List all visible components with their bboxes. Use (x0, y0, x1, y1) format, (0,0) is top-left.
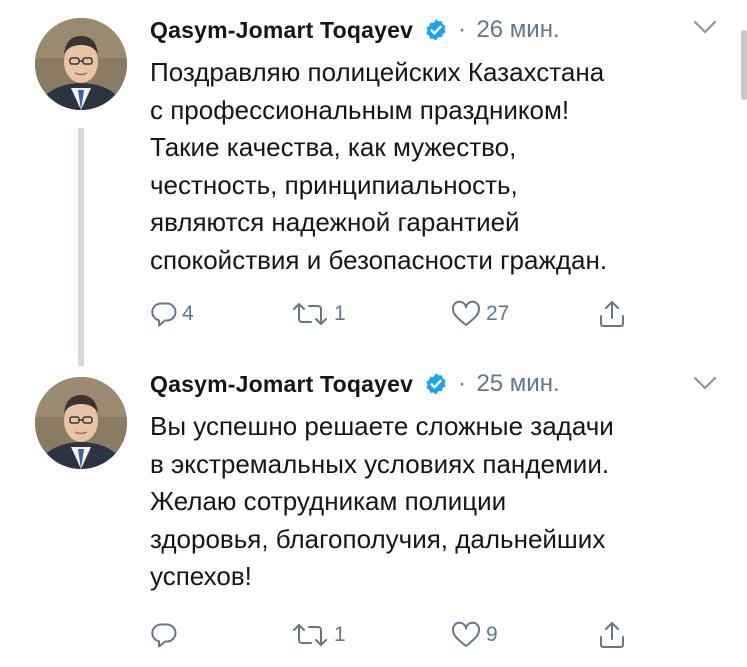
tweet-timestamp[interactable]: 26 мин. (476, 16, 559, 44)
share-button[interactable] (597, 615, 627, 655)
reply-button[interactable] (150, 615, 182, 655)
tweet-actions: 4 1 27 (150, 294, 670, 334)
chevron-down-icon[interactable] (692, 374, 718, 392)
tweet-text-line: Вы успешно решаете сложные задачи (150, 411, 614, 441)
reply-icon (151, 623, 177, 648)
tweet: Qasym-Jomart Toqayev · 26 мин. Поздравля… (0, 14, 747, 344)
heart-icon (451, 621, 481, 647)
tweet-header: Qasym-Jomart Toqayev · 26 мин. (150, 16, 560, 52)
tweet-text-line: успехов! (150, 561, 252, 591)
chevron-down-icon[interactable] (692, 18, 718, 36)
like-count: 27 (486, 302, 510, 325)
tweet-text-line: Поздравляю полицейских Казахстана (150, 57, 605, 87)
tweet-text: Поздравляю полицейских Казахстана с проф… (150, 54, 740, 279)
verified-badge-icon (426, 373, 446, 395)
author-name[interactable]: Qasym-Jomart Toqayev (150, 17, 413, 44)
like-count: 9 (486, 623, 498, 646)
tweet-text-line: являются надежной гарантией (150, 207, 520, 237)
tweet-separator: · (457, 370, 466, 397)
share-icon (600, 301, 624, 327)
reply-count: 4 (182, 302, 194, 325)
tweet-header: Qasym-Jomart Toqayev · 25 мин. (150, 370, 560, 406)
like-button[interactable]: 27 (450, 294, 509, 334)
tweet: Qasym-Jomart Toqayev · 25 мин. Вы успешн… (0, 370, 747, 667)
retweet-button[interactable]: 1 (290, 294, 346, 334)
tweet-text-line: с профессиональным праздником! (150, 94, 570, 125)
tweet-text: Вы успешно решаете сложные задачи в экст… (150, 408, 740, 596)
tweet-actions: 1 9 (150, 615, 670, 655)
avatar-portrait-icon (35, 377, 127, 469)
tweet-text-line: Такие качества, как мужество, (150, 132, 517, 162)
tweet-text-line: в экстремальных условиях пандемии. (150, 448, 610, 479)
verified-badge-icon (426, 19, 446, 41)
reply-button[interactable]: 4 (150, 294, 194, 334)
tweet-text-line: честность, принципиальность, (150, 169, 518, 200)
retweet-icon (293, 624, 327, 646)
avatar[interactable] (35, 377, 127, 469)
tweet-timestamp[interactable]: 25 мин. (476, 370, 559, 398)
like-button[interactable]: 9 (450, 615, 498, 655)
tweet-separator: · (457, 16, 466, 43)
avatar[interactable] (35, 18, 127, 110)
share-button[interactable] (597, 294, 627, 334)
author-name[interactable]: Qasym-Jomart Toqayev (150, 371, 413, 398)
heart-icon (451, 300, 481, 326)
tweet-text-line: спокойствия и безопасности граждан. (150, 244, 608, 275)
avatar-portrait-icon (35, 18, 127, 110)
retweet-count: 1 (334, 623, 346, 646)
retweet-count: 1 (334, 302, 346, 325)
retweet-icon (293, 303, 327, 325)
retweet-button[interactable]: 1 (290, 615, 346, 655)
reply-icon (151, 302, 177, 327)
share-icon (600, 622, 624, 648)
tweet-text-line: здоровья, благополучия, дальнейших (150, 523, 606, 554)
tweet-text-line: Желаю сотрудникам полиции (150, 486, 507, 516)
